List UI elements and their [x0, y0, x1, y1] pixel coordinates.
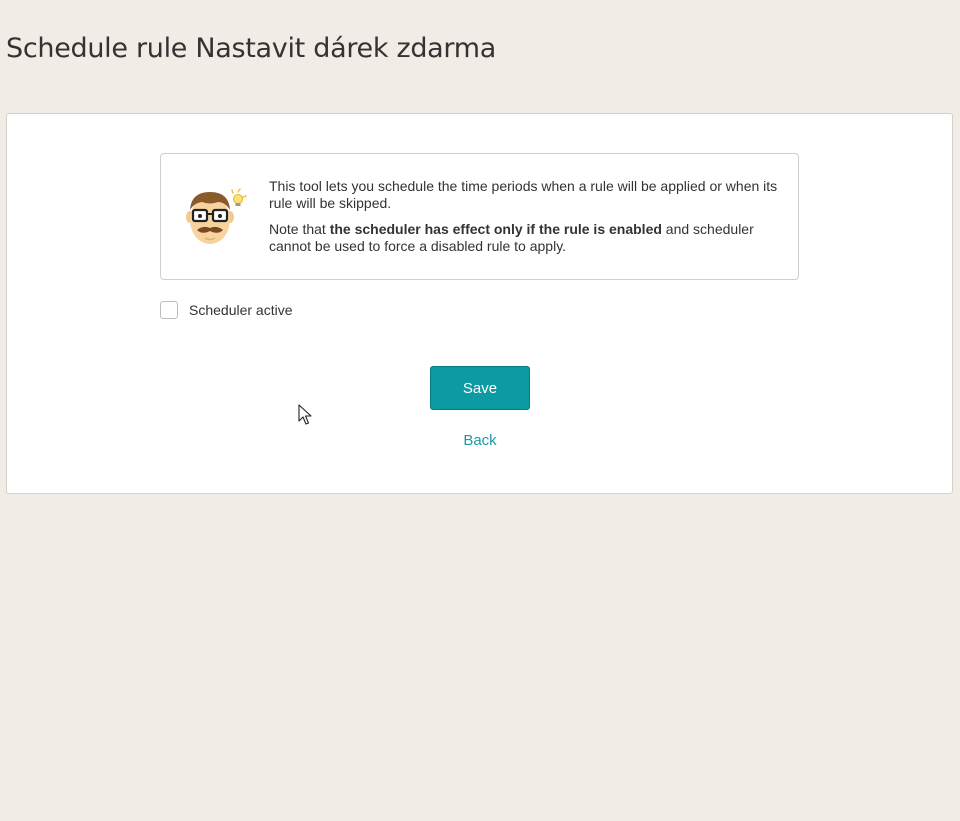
scheduler-active-label: Scheduler active [189, 302, 293, 318]
scheduler-active-toggle[interactable]: Scheduler active [160, 301, 293, 319]
save-button[interactable]: Save [430, 366, 530, 410]
page-title: Schedule rule Nastavit dárek zdarma [6, 33, 497, 64]
back-link[interactable]: Back [430, 432, 530, 449]
scheduler-active-checkbox[interactable] [160, 301, 178, 319]
mouse-pointer-icon [298, 404, 312, 425]
mustache-man-lightbulb-icon [186, 188, 247, 244]
schedule-card: This tool lets you schedule the time per… [6, 113, 953, 494]
info-note-prefix: Note that [269, 221, 330, 237]
info-note: Note that the scheduler has effect only … [269, 221, 784, 255]
info-description: This tool lets you schedule the time per… [269, 178, 778, 211]
info-note-bold: the scheduler has effect only if the rul… [329, 221, 662, 237]
info-box: This tool lets you schedule the time per… [160, 153, 799, 280]
info-text: This tool lets you schedule the time per… [269, 178, 784, 264]
